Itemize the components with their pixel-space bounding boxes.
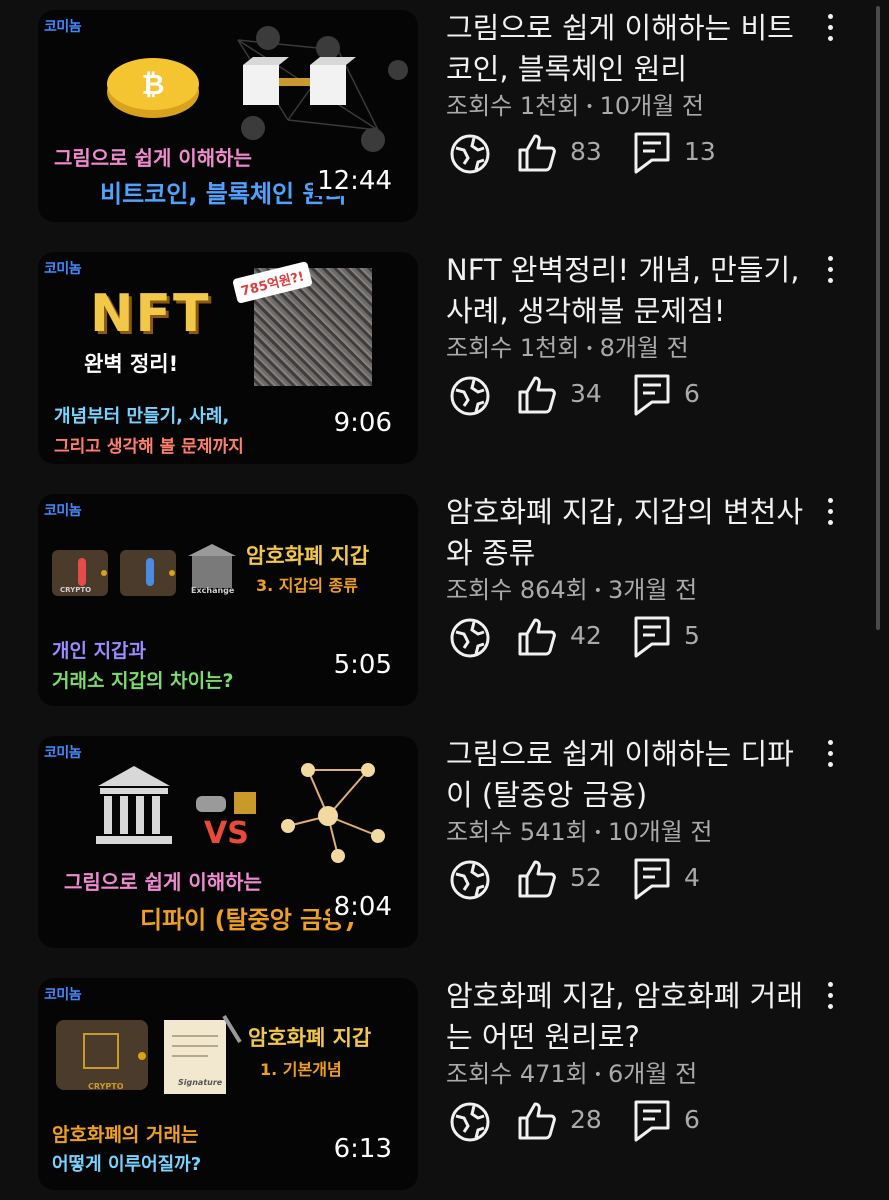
exchange-label: Exchange (191, 586, 235, 595)
video-thumbnail[interactable]: 코미놈 NFT 완벽 정리! 785억원?! 개념부터 만들기, 사례, 그리고… (38, 252, 418, 464)
globe-icon[interactable] (448, 858, 492, 902)
thumbnail-text: 암호화폐 지갑 (246, 544, 370, 568)
upload-age: 10개월 전 (608, 818, 713, 846)
comment-icon[interactable] (634, 132, 670, 174)
channel-logo: 코미놈 (44, 987, 82, 1003)
video-meta: 조회수 864회 • 3개월 전 (446, 576, 698, 604)
thumbnail-text: 그림으로 쉽게 이해하는 (64, 870, 262, 894)
comment-icon[interactable] (634, 616, 670, 658)
video-duration: 8:04 (329, 892, 392, 922)
video-title[interactable]: 그림으로 쉽게 이해하는 비트코인, 블록체인 원리 (446, 8, 806, 90)
more-options-button[interactable] (820, 498, 840, 534)
like-count: 42 (570, 621, 602, 650)
thumbnail-nft-text: NFT (90, 284, 211, 344)
more-options-button[interactable] (820, 14, 840, 50)
crypto-label: CRYPTO (88, 1082, 124, 1091)
globe-icon[interactable] (448, 1100, 492, 1144)
view-count: 조회수 1천회 (446, 92, 580, 120)
video-actions: 52 4 (446, 856, 746, 900)
video-thumbnail[interactable]: 코미놈 CRYPTO Exchange 암호화폐 지갑 3. 지갑의 종류 개인… (38, 494, 418, 706)
video-actions: 28 6 (446, 1098, 746, 1142)
video-title[interactable]: 암호화폐 지갑, 암호화폐 거래는 어떤 원리로? (446, 976, 806, 1058)
video-item[interactable]: 코미놈 NFT 완벽 정리! 785억원?! 개념부터 만들기, 사례, 그리고… (0, 242, 889, 474)
view-count: 조회수 541회 (446, 818, 588, 846)
more-options-button[interactable] (820, 256, 840, 292)
thumbnail-text: 거래소 지갑의 차이는? (52, 670, 234, 692)
thumbs-up-icon[interactable] (516, 616, 558, 658)
comment-icon[interactable] (634, 1100, 670, 1142)
video-title[interactable]: 그림으로 쉽게 이해하는 디파이 (탈중앙 금융) (446, 734, 806, 816)
video-item[interactable]: 코미놈 ₿ 그림으로 쉽게 이해하는 비트코인, 블록체인 원리 12:44 그… (0, 0, 889, 232)
upload-age: 3개월 전 (608, 576, 698, 604)
thumbs-up-icon[interactable] (516, 374, 558, 416)
comment-icon[interactable] (634, 374, 670, 416)
video-item[interactable]: 코미놈 VS 그림으로 쉽게 이해하는 디파이 (탈중앙 금융) 8:04 그림… (0, 726, 889, 958)
thumbnail-text: 암호화폐 지갑 (248, 1026, 372, 1050)
video-meta: 조회수 541회 • 10개월 전 (446, 818, 713, 846)
channel-logo: 코미놈 (44, 261, 82, 277)
more-options-button[interactable] (820, 740, 840, 776)
view-count: 조회수 471회 (446, 1060, 588, 1088)
view-count: 조회수 864회 (446, 576, 588, 604)
signature-label: Signature (178, 1078, 223, 1087)
like-count: 83 (570, 137, 602, 166)
comment-count: 4 (684, 863, 700, 892)
video-thumbnail[interactable]: 코미놈 VS 그림으로 쉽게 이해하는 디파이 (탈중앙 금융) 8:04 (38, 736, 418, 948)
comment-count: 5 (684, 621, 700, 650)
thumbnail-text: 3. 지갑의 종류 (256, 576, 358, 595)
comment-count: 6 (684, 379, 700, 408)
thumbs-up-icon[interactable] (516, 132, 558, 174)
thumbnail-text: 개인 지갑과 (52, 640, 147, 662)
comment-count: 13 (684, 137, 716, 166)
view-count: 조회수 1천회 (446, 334, 580, 362)
thumbnail-text: 그리고 생각해 볼 문제까지 (54, 437, 244, 457)
video-meta: 조회수 1천회 • 10개월 전 (446, 92, 704, 120)
video-duration: 9:06 (333, 408, 392, 438)
video-actions: 42 5 (446, 614, 746, 658)
upload-age: 6개월 전 (608, 1060, 698, 1088)
svg-text:₿: ₿ (142, 68, 165, 101)
video-duration: 12:44 (313, 166, 392, 196)
video-duration: 5:05 (333, 650, 392, 680)
thumbnail-text: 암호화폐의 거래는 (52, 1124, 199, 1146)
thumbnail-text: 1. 기본개념 (260, 1060, 342, 1079)
video-title[interactable]: NFT 완벽정리! 개념, 만들기, 사례, 생각해볼 문제점! (446, 250, 806, 332)
video-meta: 조회수 471회 • 6개월 전 (446, 1060, 698, 1088)
video-item[interactable]: 코미놈 CRYPTO Signature 암호화폐 지갑 1. 기본개념 암호화… (0, 968, 889, 1200)
upload-age: 8개월 전 (599, 334, 689, 362)
thumbnail-text: 그림으로 쉽게 이해하는 (54, 146, 252, 170)
globe-icon[interactable] (448, 132, 492, 176)
thumbs-up-icon[interactable] (516, 1100, 558, 1142)
video-duration: 6:13 (333, 1134, 392, 1164)
globe-icon[interactable] (448, 374, 492, 418)
crypto-label: CRYPTO (60, 586, 92, 594)
channel-logo: 코미놈 (44, 503, 82, 519)
thumbnail-text: 개념부터 만들기, 사례, (54, 406, 230, 427)
like-count: 34 (570, 379, 602, 408)
comment-count: 6 (684, 1105, 700, 1134)
like-count: 52 (570, 863, 602, 892)
video-meta: 조회수 1천회 • 8개월 전 (446, 334, 689, 362)
thumbnail-text: 완벽 정리! (84, 352, 179, 376)
video-title[interactable]: 암호화폐 지갑, 지갑의 변천사와 종류 (446, 492, 806, 574)
video-thumbnail[interactable]: 코미놈 ₿ 그림으로 쉽게 이해하는 비트코인, 블록체인 원리 12:44 (38, 10, 418, 222)
thumbnail-text: 어떻게 이루어질까? (52, 1154, 202, 1175)
video-actions: 83 13 (446, 130, 746, 174)
video-thumbnail[interactable]: 코미놈 CRYPTO Signature 암호화폐 지갑 1. 기본개념 암호화… (38, 978, 418, 1190)
like-count: 28 (570, 1105, 602, 1134)
more-options-button[interactable] (820, 982, 840, 1018)
thumbnail-vs-text: VS (204, 816, 249, 851)
comment-icon[interactable] (634, 858, 670, 900)
video-item[interactable]: 코미놈 CRYPTO Exchange 암호화폐 지갑 3. 지갑의 종류 개인… (0, 484, 889, 716)
wallet-contract-graphic (56, 1014, 242, 1094)
wallet-graphic (52, 544, 236, 596)
video-actions: 34 6 (446, 372, 746, 416)
thumbnail-text: 비트코인, 블록체인 원리 (100, 180, 347, 208)
upload-age: 10개월 전 (599, 92, 704, 120)
thumbs-up-icon[interactable] (516, 858, 558, 900)
globe-icon[interactable] (448, 616, 492, 660)
thumbnail-text: 디파이 (탈중앙 금융) (140, 906, 356, 934)
